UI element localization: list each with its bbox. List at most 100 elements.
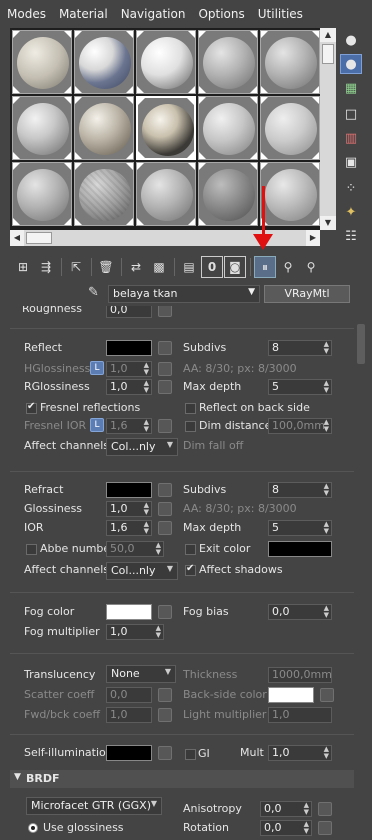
sample-type-sphere-icon[interactable]: ●	[340, 30, 362, 50]
scroll-down-arrow-icon[interactable]: ▼	[320, 216, 336, 230]
refl-max-depth-spinner[interactable]: 5 ▲ ▼	[268, 379, 332, 395]
abbe-spinner[interactable]: 50,0 ▲ ▼	[106, 541, 164, 557]
hglossiness-map-button[interactable]	[158, 362, 172, 376]
sample-slot[interactable]	[12, 30, 72, 94]
scrollbar-thumb[interactable]	[357, 324, 365, 364]
backside-color-map-button[interactable]	[320, 688, 334, 702]
hglossiness-spinner[interactable]: 1,0 ▲ ▼	[106, 361, 152, 377]
collapse-triangle-icon[interactable]: ▼	[14, 772, 21, 782]
sample-slot[interactable]	[198, 96, 258, 160]
anisotropy-map-button[interactable]	[318, 802, 332, 816]
material-name-field[interactable]: belaya tkan ▼	[108, 285, 260, 303]
slots-vertical-scrollbar[interactable]: ▲ ▼	[320, 28, 336, 230]
chevron-down-icon[interactable]: ▼	[248, 287, 255, 297]
material-type-button[interactable]: VRayMtl	[264, 285, 350, 303]
scrollbar-thumb[interactable]	[322, 44, 334, 64]
show-end-result-icon[interactable]: ⏸	[254, 256, 276, 278]
spinner-arrows-icon[interactable]: ▲ ▼	[304, 821, 309, 835]
fog-color-swatch[interactable]	[106, 604, 152, 620]
put-material-to-scene-icon[interactable]: ⇶	[35, 256, 57, 278]
scatter-coeff-spinner[interactable]: 0,0	[106, 687, 152, 703]
pick-material-eyedropper-icon[interactable]: ✎	[88, 285, 104, 303]
make-preview-icon[interactable]: ▣	[340, 152, 362, 172]
video-color-check-icon[interactable]: ▥	[340, 128, 362, 148]
options-icon[interactable]: ⁘	[340, 178, 362, 198]
abbe-checkbox[interactable]	[26, 544, 37, 555]
fog-multiplier-spinner[interactable]: 1,0 ▲ ▼	[106, 624, 164, 640]
chevron-down-icon[interactable]: ▼	[151, 799, 157, 808]
sample-slot[interactable]	[74, 96, 134, 160]
show-shaded-material-in-viewport-icon[interactable]: ◙	[224, 256, 246, 278]
spinner-arrows-icon[interactable]: ▲ ▼	[144, 362, 149, 376]
reflect-map-button[interactable]	[158, 341, 172, 355]
scatter-coeff-map-button[interactable]	[158, 688, 172, 702]
spinner-arrows-icon[interactable]: ▲ ▼	[144, 380, 149, 394]
make-material-copy-icon[interactable]: ⇄	[125, 256, 147, 278]
go-to-parent-icon[interactable]: ⚲	[277, 256, 299, 278]
ior-spinner[interactable]: 1,6 ▲ ▼	[106, 520, 152, 536]
sample-slot[interactable]	[12, 96, 72, 160]
spinner-arrows-icon[interactable]: ▲ ▼	[144, 502, 149, 516]
brdf-type-dropdown[interactable]: Microfacet GTR (GGX) ▼	[26, 797, 162, 815]
refr-max-depth-spinner[interactable]: 5 ▲ ▼	[268, 520, 332, 536]
sample-slot[interactable]	[260, 162, 320, 226]
backside-color-swatch[interactable]	[268, 687, 314, 703]
fresnel-ior-spinner[interactable]: 1,6 ▲ ▼	[106, 418, 152, 434]
backlight-icon[interactable]: ●	[340, 54, 362, 74]
chevron-down-icon[interactable]: ▼	[167, 440, 173, 449]
sample-slot[interactable]	[12, 162, 72, 226]
rglossiness-spinner[interactable]: 1,0 ▲ ▼	[106, 379, 152, 395]
exit-color-swatch[interactable]	[268, 541, 332, 557]
spinner-arrows-icon[interactable]: ▲ ▼	[324, 483, 329, 497]
refract-map-button[interactable]	[158, 483, 172, 497]
fwd-bck-coeff-spinner[interactable]: 1,0	[106, 707, 152, 723]
menu-material[interactable]: Material	[52, 7, 114, 21]
fwd-bck-coeff-map-button[interactable]	[158, 708, 172, 722]
dim-distance-spinner[interactable]: 100,0mm ▲ ▼	[268, 418, 332, 434]
spinner-arrows-icon[interactable]: ▲ ▼	[304, 802, 309, 816]
glossiness-spinner[interactable]: 1,0 ▲ ▼	[106, 501, 152, 517]
select-by-material-icon[interactable]: ✦	[340, 202, 362, 222]
lock-icon[interactable]: L	[90, 361, 104, 375]
background-checker-icon[interactable]: ▦	[340, 78, 362, 98]
put-to-library-icon[interactable]: ▤	[178, 256, 200, 278]
menu-modes[interactable]: Modes	[0, 7, 52, 21]
menu-utilities[interactable]: Utilities	[251, 7, 309, 21]
scroll-up-arrow-icon[interactable]: ▲	[320, 28, 336, 42]
sample-slot[interactable]	[136, 30, 196, 94]
self-illumination-map-button[interactable]	[158, 746, 172, 760]
fog-color-map-button[interactable]	[158, 605, 172, 619]
fresnel-checkbox[interactable]	[26, 401, 37, 414]
self-illumination-mult-spinner[interactable]: 1,0 ▲ ▼	[268, 745, 332, 761]
refr-affect-channels-dropdown[interactable]: Col...nly ▼	[106, 562, 178, 580]
rotation-spinner[interactable]: 0,0 ▲ ▼	[260, 820, 312, 836]
sample-slot[interactable]	[260, 30, 320, 94]
self-illumination-color-swatch[interactable]	[106, 745, 152, 761]
scroll-left-arrow-icon[interactable]: ◀	[10, 230, 24, 246]
refract-color-swatch[interactable]	[106, 482, 152, 498]
roughness-spinner[interactable]: 0,0	[106, 306, 152, 318]
spinner-arrows-icon[interactable]: ▲ ▼	[324, 605, 329, 619]
make-unique-icon[interactable]: ▩	[148, 256, 170, 278]
fog-bias-spinner[interactable]: 0,0 ▲ ▼	[268, 604, 332, 620]
go-forward-to-sibling-icon[interactable]: ⚲	[300, 256, 322, 278]
fresnel-ior-map-button[interactable]	[158, 419, 172, 433]
refl-subdivs-spinner[interactable]: 8 ▲ ▼	[268, 340, 332, 356]
spinner-arrows-icon[interactable]: ▲ ▼	[324, 341, 329, 355]
reflect-color-swatch[interactable]	[106, 340, 152, 356]
reflect-back-checkbox[interactable]	[185, 403, 196, 414]
scrollbar-thumb[interactable]	[26, 232, 52, 244]
spinner-arrows-icon[interactable]: ▲ ▼	[324, 746, 329, 760]
assign-material-to-selection-icon[interactable]: ⇱	[65, 256, 87, 278]
affect-shadows-checkbox[interactable]	[185, 563, 196, 576]
sample-slot[interactable]	[74, 162, 134, 226]
spinner-arrows-icon[interactable]: ▲ ▼	[156, 625, 161, 639]
lock-icon[interactable]: L	[90, 418, 104, 432]
spinner-arrows-icon[interactable]: ▲ ▼	[156, 542, 161, 556]
chevron-down-icon[interactable]: ▼	[167, 564, 173, 573]
spinner-arrows-icon[interactable]: ▲ ▼	[324, 521, 329, 535]
translucency-dropdown[interactable]: None ▼	[106, 665, 176, 683]
rglossiness-map-button[interactable]	[158, 380, 172, 394]
roughness-map-button[interactable]	[158, 306, 172, 317]
sample-slot[interactable]	[198, 30, 258, 94]
